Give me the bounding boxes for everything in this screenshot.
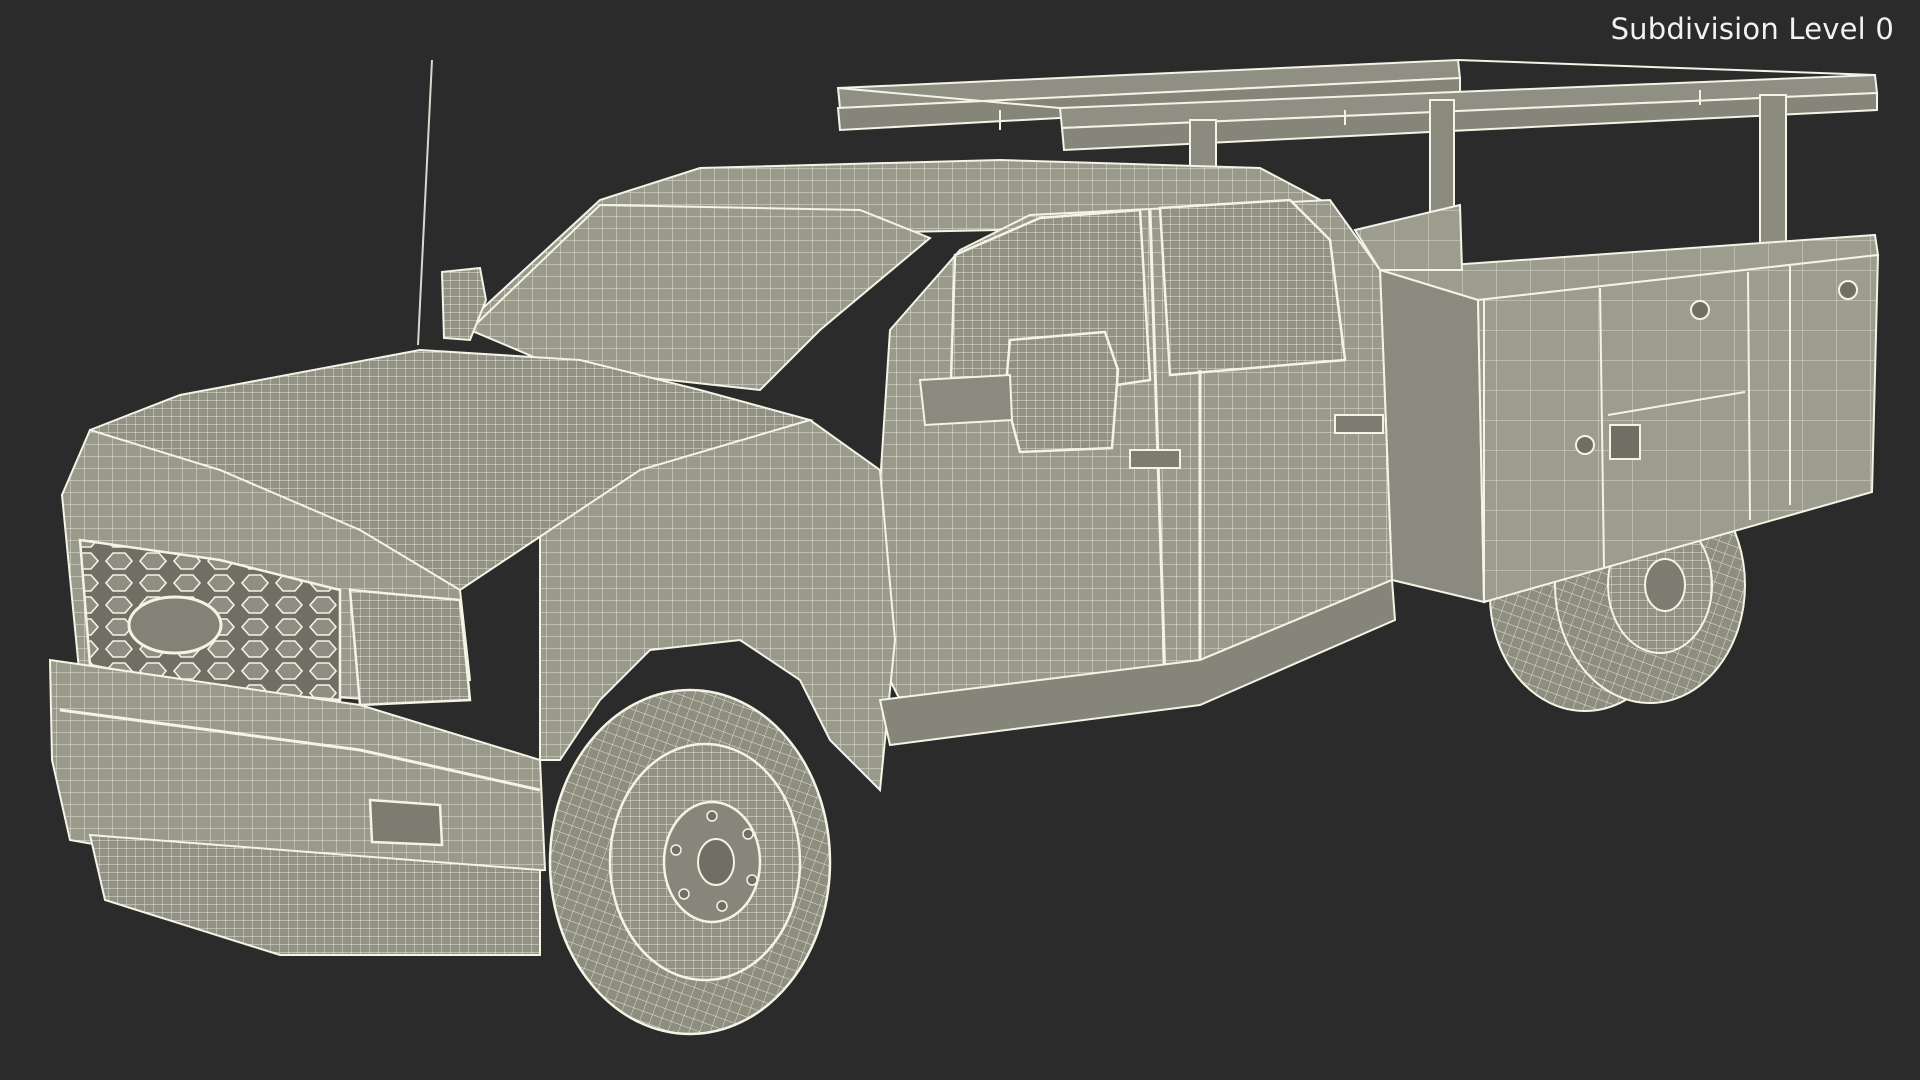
front-wheel	[548, 688, 832, 1036]
utility-body	[1353, 203, 1880, 604]
fog-light	[368, 798, 444, 847]
antenna	[417, 59, 433, 346]
badge-emblem	[127, 595, 223, 655]
truck-wireframe-render	[48, 58, 1880, 1036]
render-viewport: Subdivision Level 0	[0, 0, 1920, 1080]
headlight	[348, 588, 472, 707]
